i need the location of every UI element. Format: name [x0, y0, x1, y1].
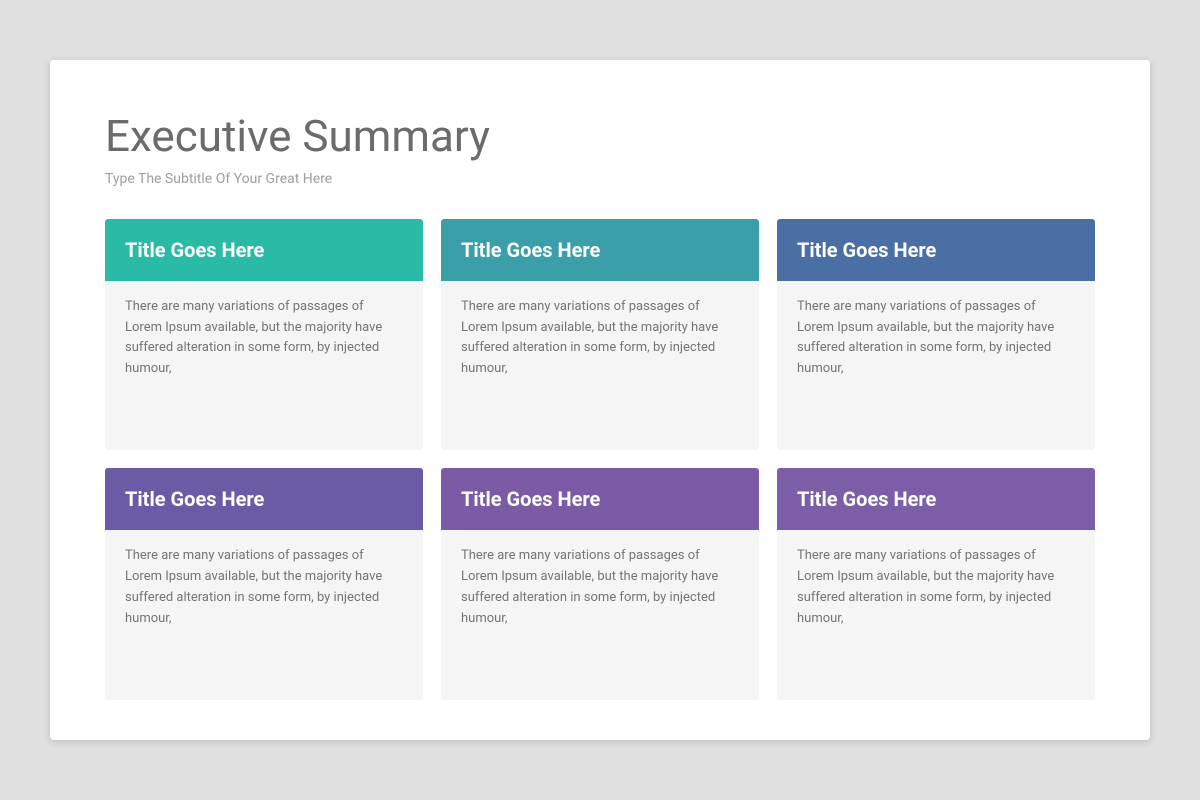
slide-subtitle: Type The Subtitle Of Your Great Here — [105, 171, 1095, 187]
card-2-header: Title Goes Here — [441, 219, 759, 281]
card-6: Title Goes Here There are many variations… — [777, 468, 1095, 700]
slide-header: Executive Summary Type The Subtitle Of Y… — [105, 110, 1095, 187]
card-4-header: Title Goes Here — [105, 468, 423, 530]
card-1-body-text: There are many variations of passages of… — [125, 297, 403, 380]
card-2: Title Goes Here There are many variations… — [441, 219, 759, 451]
card-2-title: Title Goes Here — [461, 237, 600, 263]
card-5-body-text: There are many variations of passages of… — [461, 546, 739, 629]
card-1-header: Title Goes Here — [105, 219, 423, 281]
card-5-body: There are many variations of passages of… — [441, 530, 759, 700]
card-5-header: Title Goes Here — [441, 468, 759, 530]
card-6-body-text: There are many variations of passages of… — [797, 546, 1075, 629]
card-3-body: There are many variations of passages of… — [777, 281, 1095, 451]
card-3-body-text: There are many variations of passages of… — [797, 297, 1075, 380]
card-4-title: Title Goes Here — [125, 486, 264, 512]
card-3-title: Title Goes Here — [797, 237, 936, 263]
card-6-header: Title Goes Here — [777, 468, 1095, 530]
cards-grid: Title Goes Here There are many variations… — [105, 219, 1095, 700]
card-1-body: There are many variations of passages of… — [105, 281, 423, 451]
card-1-title: Title Goes Here — [125, 237, 264, 263]
card-3: Title Goes Here There are many variations… — [777, 219, 1095, 451]
slide: Executive Summary Type The Subtitle Of Y… — [50, 60, 1150, 740]
slide-title: Executive Summary — [105, 110, 1095, 163]
card-4: Title Goes Here There are many variations… — [105, 468, 423, 700]
card-4-body-text: There are many variations of passages of… — [125, 546, 403, 629]
card-2-body-text: There are many variations of passages of… — [461, 297, 739, 380]
card-1: Title Goes Here There are many variations… — [105, 219, 423, 451]
card-5-title: Title Goes Here — [461, 486, 600, 512]
card-6-title: Title Goes Here — [797, 486, 936, 512]
card-6-body: There are many variations of passages of… — [777, 530, 1095, 700]
card-3-header: Title Goes Here — [777, 219, 1095, 281]
card-5: Title Goes Here There are many variations… — [441, 468, 759, 700]
card-2-body: There are many variations of passages of… — [441, 281, 759, 451]
card-4-body: There are many variations of passages of… — [105, 530, 423, 700]
